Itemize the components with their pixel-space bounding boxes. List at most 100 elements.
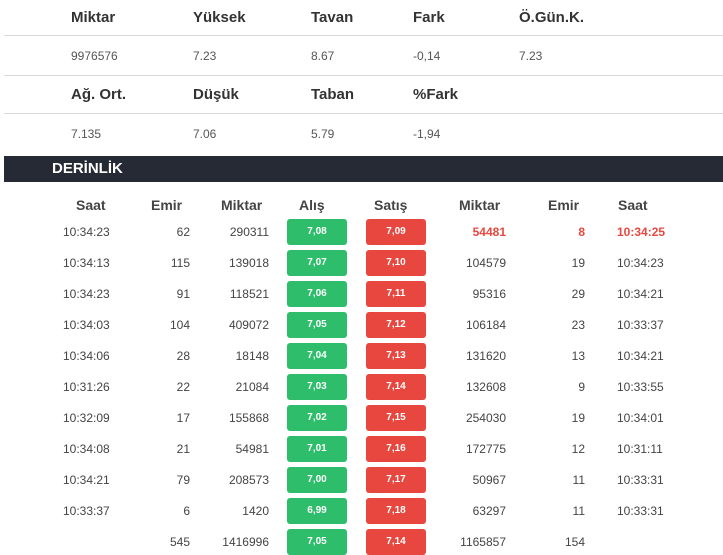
- ask-time: 10:33:31: [617, 504, 664, 518]
- ask-quantity: 106184: [465, 318, 506, 332]
- bid-quantity: 208573: [228, 473, 269, 487]
- summary-header-row-1: Miktar Yüksek Tavan Fark Ö.Gün.K.: [4, 0, 723, 36]
- depth-row: 10:33:37 6 1420 6,99 7,18 63297 11 10:33:31: [0, 498, 723, 524]
- depth-row: 10:32:09 17 155868 7,02 7,15 254030 19 10:34:01: [0, 405, 723, 431]
- ask-quantity: 54481: [472, 225, 506, 239]
- ask-quantity: 104579: [465, 256, 506, 270]
- ask-quantity: 254030: [465, 411, 506, 425]
- bid-time: 10:34:13: [63, 256, 110, 270]
- summary-value-yuzde-fark: -1,94: [413, 127, 441, 141]
- ask-quantity: 131620: [465, 349, 506, 363]
- avg-ask-price-badge: 7,14: [366, 529, 426, 555]
- summary-value-yuksek: 7.23: [193, 48, 217, 63]
- ask-time: 10:33:37: [617, 318, 664, 332]
- bid-time: 10:34:23: [63, 287, 110, 301]
- ask-price-badge[interactable]: 7,09: [366, 219, 426, 245]
- ask-time: 10:31:11: [617, 442, 663, 456]
- bid-orders: 79: [176, 473, 190, 487]
- col-header-ask-qty: Miktar: [459, 197, 501, 213]
- summary-label-dusuk: Düşük: [193, 86, 239, 103]
- ask-orders: 29: [571, 287, 585, 301]
- summary-value-ogunk: 7.23: [519, 48, 543, 63]
- bid-quantity: 18148: [235, 349, 269, 363]
- bid-orders: 104: [169, 318, 190, 332]
- total-ask-orders: 154: [564, 535, 585, 549]
- bid-time: 10:34:21: [63, 473, 110, 487]
- bid-quantity: 1420: [242, 504, 269, 518]
- ask-price-badge[interactable]: 7,12: [366, 312, 426, 338]
- ask-quantity: 95316: [472, 287, 506, 301]
- summary-values-row-2: 7.135 7.06 5.79 -1,94: [4, 114, 723, 154]
- bid-time: 10:34:23: [63, 225, 110, 239]
- bid-price-badge[interactable]: 7,01: [287, 436, 347, 462]
- ask-orders: 11: [572, 473, 585, 487]
- col-header-bid-orders: Emir: [151, 197, 183, 213]
- ask-price-badge[interactable]: 7,13: [366, 343, 426, 369]
- depth-row: 10:34:13 115 139018 7,07 7,10 104579 19 10:34:2…: [0, 250, 723, 276]
- bid-time: 10:33:37: [63, 504, 110, 518]
- bid-price-badge[interactable]: 7,07: [287, 250, 347, 276]
- depth-totals-row: 545 1416996 7,05 7,14 1165857 154: [0, 529, 723, 555]
- total-bid-quantity: 1416996: [222, 535, 269, 549]
- summary-value-tavan: 8.67: [311, 48, 335, 63]
- bid-price-badge[interactable]: 7,06: [287, 281, 347, 307]
- summary-value-taban: 5.79: [311, 127, 335, 141]
- bid-time: 10:34:08: [63, 442, 110, 456]
- ask-quantity: 50967: [472, 473, 506, 487]
- depth-row: 10:34:03 104 409072 7,05 7,12 106184 23 10:33:3…: [0, 312, 723, 338]
- bid-time: 10:31:26: [63, 380, 110, 394]
- bid-price-badge[interactable]: 6,99: [287, 498, 347, 524]
- ask-quantity: 172775: [465, 442, 506, 456]
- col-header-ask-time: Saat: [618, 197, 648, 213]
- bid-quantity: 290311: [229, 225, 269, 239]
- bid-price-badge[interactable]: 7,05: [287, 312, 347, 338]
- depth-row: 10:34:06 28 18148 7,04 7,13 131620 13 10:34:21: [0, 343, 723, 369]
- ask-orders: 12: [571, 442, 585, 456]
- bid-quantity: 409072: [228, 318, 269, 332]
- ask-orders: 9: [578, 380, 585, 394]
- avg-bid-price-badge: 7,05: [287, 529, 347, 555]
- ask-orders: 19: [571, 256, 585, 270]
- bid-price-badge[interactable]: 7,08: [287, 219, 347, 245]
- total-bid-orders: 545: [169, 535, 190, 549]
- ask-price-badge[interactable]: 7,16: [366, 436, 426, 462]
- summary-header-row-2: Ağ. Ort. Düşük Taban %Fark: [4, 76, 723, 114]
- summary-values-row-1: 9976576 7.23 8.67 -0,14 7.23: [4, 36, 723, 76]
- ask-time: 10:34:25: [617, 225, 666, 239]
- bid-orders: 17: [176, 411, 190, 425]
- ask-price-badge[interactable]: 7,10: [366, 250, 426, 276]
- col-header-ask-orders: Emir: [548, 197, 580, 213]
- ask-price-badge[interactable]: 7,11: [366, 281, 426, 307]
- summary-label-ag-ort: Ağ. Ort.: [71, 86, 126, 103]
- summary-value-ag-ort: 7.135: [71, 127, 102, 141]
- ask-time: 10:33:31: [617, 473, 664, 487]
- bid-price-badge[interactable]: 7,02: [287, 405, 347, 431]
- col-header-bid-qty: Miktar: [221, 197, 263, 213]
- ask-quantity: 63297: [472, 504, 506, 518]
- ask-price-badge[interactable]: 7,18: [366, 498, 426, 524]
- bid-price-badge[interactable]: 7,03: [287, 374, 347, 400]
- summary-value-dusuk: 7.06: [193, 127, 217, 141]
- summary-label-ogunk: Ö.Gün.K.: [519, 9, 584, 26]
- col-header-bid-time: Saat: [76, 197, 106, 213]
- ask-price-badge[interactable]: 7,14: [366, 374, 426, 400]
- summary-label-yuksek: Yüksek: [193, 9, 246, 26]
- bid-quantity: 155868: [228, 411, 269, 425]
- bid-quantity: 21084: [235, 380, 269, 394]
- bid-orders: 22: [176, 380, 190, 394]
- ask-time: 10:34:23: [617, 256, 664, 270]
- summary-value-fark: -0,14: [413, 48, 441, 63]
- depth-row: 10:34:23 62 290311 7,08 7,09 54481 8 10:34:25: [0, 219, 723, 245]
- summary-value-miktar: 9976576: [71, 48, 118, 63]
- bid-price-badge[interactable]: 7,00: [287, 467, 347, 493]
- bid-price-badge[interactable]: 7,04: [287, 343, 347, 369]
- bid-quantity: 118521: [229, 287, 269, 301]
- ask-price-badge[interactable]: 7,15: [366, 405, 426, 431]
- bid-quantity: 139018: [228, 256, 269, 270]
- ask-orders: 19: [571, 411, 585, 425]
- ask-orders: 11: [572, 504, 585, 518]
- bid-orders: 115: [170, 256, 190, 270]
- ask-time: 10:34:21: [617, 349, 664, 363]
- depth-row: 10:31:26 22 21084 7,03 7,14 132608 9 10:33:55: [0, 374, 723, 400]
- ask-price-badge[interactable]: 7,17: [366, 467, 426, 493]
